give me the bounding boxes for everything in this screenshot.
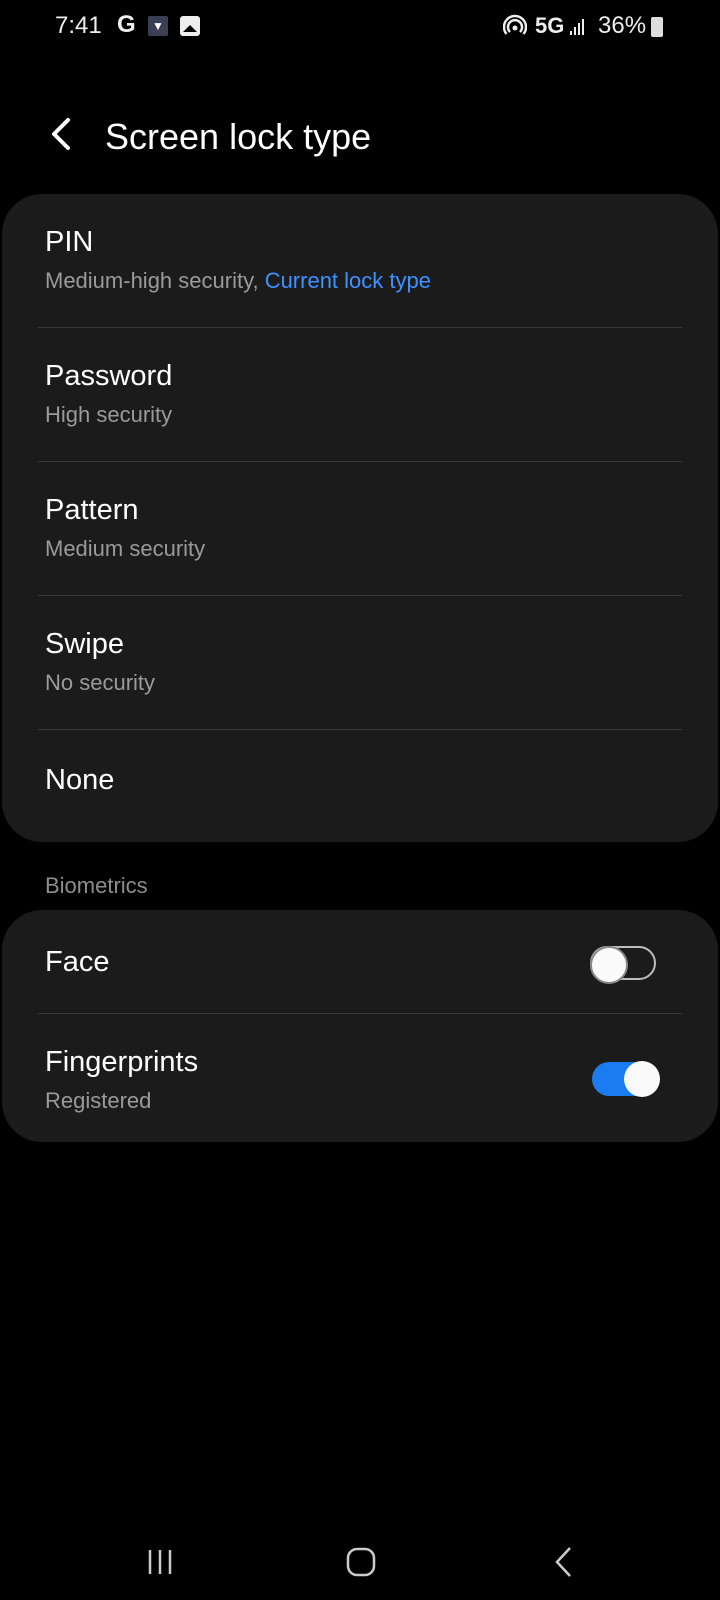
5g-icon: 5G bbox=[535, 13, 565, 38]
biometrics-list: Face Fingerprints Registered bbox=[2, 910, 718, 1142]
option-title: Fingerprints bbox=[45, 1046, 199, 1078]
face-toggle[interactable] bbox=[590, 946, 656, 984]
option-title: Swipe bbox=[45, 628, 124, 660]
option-subtitle: Medium security bbox=[45, 536, 206, 561]
fingerprints-toggle[interactable] bbox=[592, 1061, 660, 1097]
biometrics-section-label: Biometrics bbox=[45, 873, 148, 898]
option-title: Pattern bbox=[45, 494, 139, 526]
status-bar: 7:41 G ▼ 5G 36% bbox=[0, 0, 720, 52]
lock-option-pin[interactable]: PIN Medium-high security, Current lock t… bbox=[2, 194, 718, 328]
page-title: Screen lock type bbox=[105, 116, 372, 157]
option-title: Password bbox=[45, 360, 173, 392]
recents-button[interactable] bbox=[130, 1542, 190, 1582]
option-title: None bbox=[45, 764, 115, 796]
navigation-bar bbox=[0, 1520, 720, 1600]
biometric-fingerprints[interactable]: Fingerprints Registered bbox=[2, 1014, 718, 1142]
toggle-knob bbox=[590, 946, 628, 984]
chevron-left-icon bbox=[52, 118, 70, 150]
lock-option-pattern[interactable]: Pattern Medium security bbox=[2, 462, 718, 596]
toggle-knob bbox=[624, 1061, 660, 1097]
lock-option-swipe[interactable]: Swipe No security bbox=[2, 596, 718, 730]
home-icon bbox=[346, 1547, 376, 1577]
option-subtitle: High security bbox=[45, 402, 173, 427]
option-title: Face bbox=[45, 946, 110, 978]
battery-charging-icon bbox=[651, 17, 663, 37]
hotspot-icon bbox=[502, 14, 528, 44]
home-button[interactable] bbox=[331, 1542, 391, 1582]
shield-icon: ▼ bbox=[148, 16, 168, 36]
gallery-icon bbox=[180, 16, 200, 36]
option-subtitle: Medium-high security, Current lock type bbox=[45, 268, 431, 294]
option-title: PIN bbox=[45, 226, 94, 258]
app-bar: Screen lock type bbox=[0, 100, 720, 170]
lock-type-list: PIN Medium-high security, Current lock t… bbox=[2, 194, 718, 842]
option-subtitle-text: Medium-high security, bbox=[45, 268, 259, 293]
battery-percent: 36% bbox=[598, 12, 647, 39]
lock-option-none[interactable]: None bbox=[2, 730, 718, 842]
back-button[interactable] bbox=[42, 114, 82, 154]
google-icon: G bbox=[117, 11, 136, 38]
signal-icon bbox=[570, 17, 588, 35]
status-time: 7:41 bbox=[55, 12, 102, 39]
option-subtitle: Registered bbox=[45, 1088, 152, 1113]
current-lock-type-label: Current lock type bbox=[264, 268, 431, 293]
recents-icon bbox=[148, 1550, 172, 1574]
nav-back-button[interactable] bbox=[534, 1542, 594, 1582]
back-icon bbox=[555, 1547, 571, 1577]
biometric-face[interactable]: Face bbox=[2, 910, 718, 1014]
lock-option-password[interactable]: Password High security bbox=[2, 328, 718, 462]
option-subtitle: No security bbox=[45, 670, 156, 695]
